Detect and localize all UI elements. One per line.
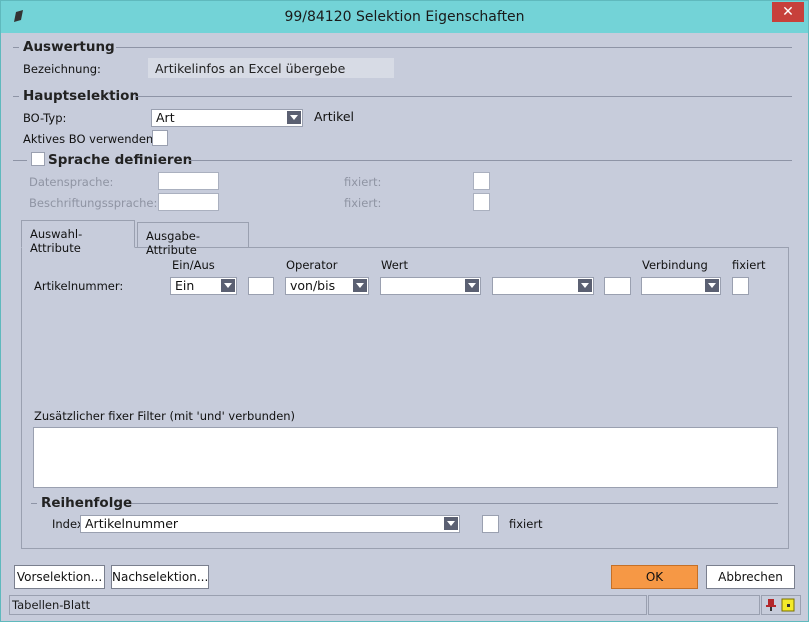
status-text: Tabellen-Blatt: [9, 595, 647, 615]
divider: [136, 96, 792, 97]
section-auswertung-heading: Auswertung: [23, 39, 115, 55]
reihenfolge-fixiert-checkbox[interactable]: [482, 515, 499, 533]
operator-value: von/bis: [290, 278, 336, 293]
aktives-bo-label: Aktives BO verwenden:: [23, 132, 158, 146]
wert-bis-select[interactable]: [492, 277, 594, 295]
nachselektion-button[interactable]: Nachselektion...: [111, 565, 209, 589]
index-value: Artikelnummer: [85, 516, 179, 531]
tab-auswahl-attribute[interactable]: Auswahl-Attribute: [21, 220, 135, 255]
title-bar: 99/84120 Selektion Eigenschaften ✕: [1, 1, 808, 33]
status-cell-empty: [648, 595, 760, 615]
chevron-down-icon: [578, 279, 592, 292]
divider: [189, 160, 792, 161]
beschriftungssprache-input[interactable]: [158, 193, 219, 211]
fixiert-beschriftung-label: fixiert:: [344, 196, 382, 210]
section-hauptselektion-heading: Hauptselektion: [23, 88, 140, 104]
chevron-down-icon: [465, 279, 479, 292]
tab-ausgabe-attribute[interactable]: Ausgabe-Attribute: [137, 222, 249, 257]
header-operator: Operator: [286, 258, 338, 272]
bo-typ-description: Artikel: [314, 109, 355, 124]
divider: [13, 47, 19, 48]
datensprache-label: Datensprache:: [29, 175, 114, 189]
ein-aus-value: Ein: [175, 278, 195, 293]
window-title: 99/84120 Selektion Eigenschaften: [284, 9, 525, 25]
artikelnummer-label: Artikelnummer:: [34, 279, 124, 293]
bo-typ-label: BO-Typ:: [23, 111, 67, 125]
fixiert-datensprache-checkbox[interactable]: [473, 172, 490, 190]
aktives-bo-checkbox[interactable]: [152, 130, 168, 146]
fixiert-beschriftung-checkbox[interactable]: [473, 193, 490, 211]
wert-von-select[interactable]: [380, 277, 481, 295]
ein-aus-select[interactable]: Ein: [170, 277, 237, 295]
fixiert-row-checkbox[interactable]: [732, 277, 749, 295]
ok-button[interactable]: OK: [611, 565, 698, 589]
vorselektion-button[interactable]: Vorselektion...: [14, 565, 105, 589]
bo-typ-value: Art: [156, 110, 175, 125]
divider: [116, 47, 792, 48]
divider: [31, 503, 37, 504]
close-icon: ✕: [782, 4, 794, 20]
operator-select[interactable]: von/bis: [285, 277, 369, 295]
chevron-down-icon: [705, 279, 719, 292]
note-icon[interactable]: [781, 598, 795, 612]
header-verbindung: Verbindung: [642, 258, 708, 272]
filter-label: Zusätzlicher fixer Filter (mit 'und' ver…: [34, 409, 296, 423]
reihenfolge-fixiert-label: fixiert: [509, 517, 543, 531]
chevron-down-icon: [287, 111, 301, 124]
chevron-down-icon: [353, 279, 367, 292]
bezeichnung-field[interactable]: Artikelinfos an Excel übergebe: [148, 58, 394, 78]
filter-textarea[interactable]: [33, 427, 778, 488]
index-select[interactable]: Artikelnummer: [80, 515, 460, 533]
abbrechen-button[interactable]: Abbrechen: [706, 565, 795, 589]
beschriftungssprache-label: Beschriftungssprache:: [29, 196, 158, 210]
wert-extra-input[interactable]: [604, 277, 631, 295]
section-sprache-heading: Sprache definieren: [48, 152, 193, 168]
ein-aus-extra-input[interactable]: [248, 277, 274, 295]
verbindung-select[interactable]: [641, 277, 721, 295]
divider: [13, 96, 19, 97]
divider: [13, 160, 27, 161]
close-button[interactable]: ✕: [772, 2, 804, 22]
chevron-down-icon: [444, 517, 458, 530]
pin-icon[interactable]: [764, 598, 778, 612]
fixiert-datensprache-label: fixiert:: [344, 175, 382, 189]
bo-typ-select[interactable]: Art: [151, 109, 303, 127]
divider: [132, 503, 778, 504]
dialog-window: 99/84120 Selektion Eigenschaften ✕ Auswe…: [0, 0, 809, 622]
datensprache-input[interactable]: [158, 172, 219, 190]
section-reihenfolge-heading: Reihenfolge: [41, 495, 133, 511]
chevron-down-icon: [221, 279, 235, 292]
header-wert: Wert: [381, 258, 409, 272]
sprache-definieren-checkbox[interactable]: [31, 152, 45, 166]
header-fixiert: fixiert: [732, 258, 766, 272]
bezeichnung-label: Bezeichnung:: [23, 62, 101, 76]
header-ein-aus: Ein/Aus: [172, 258, 215, 272]
